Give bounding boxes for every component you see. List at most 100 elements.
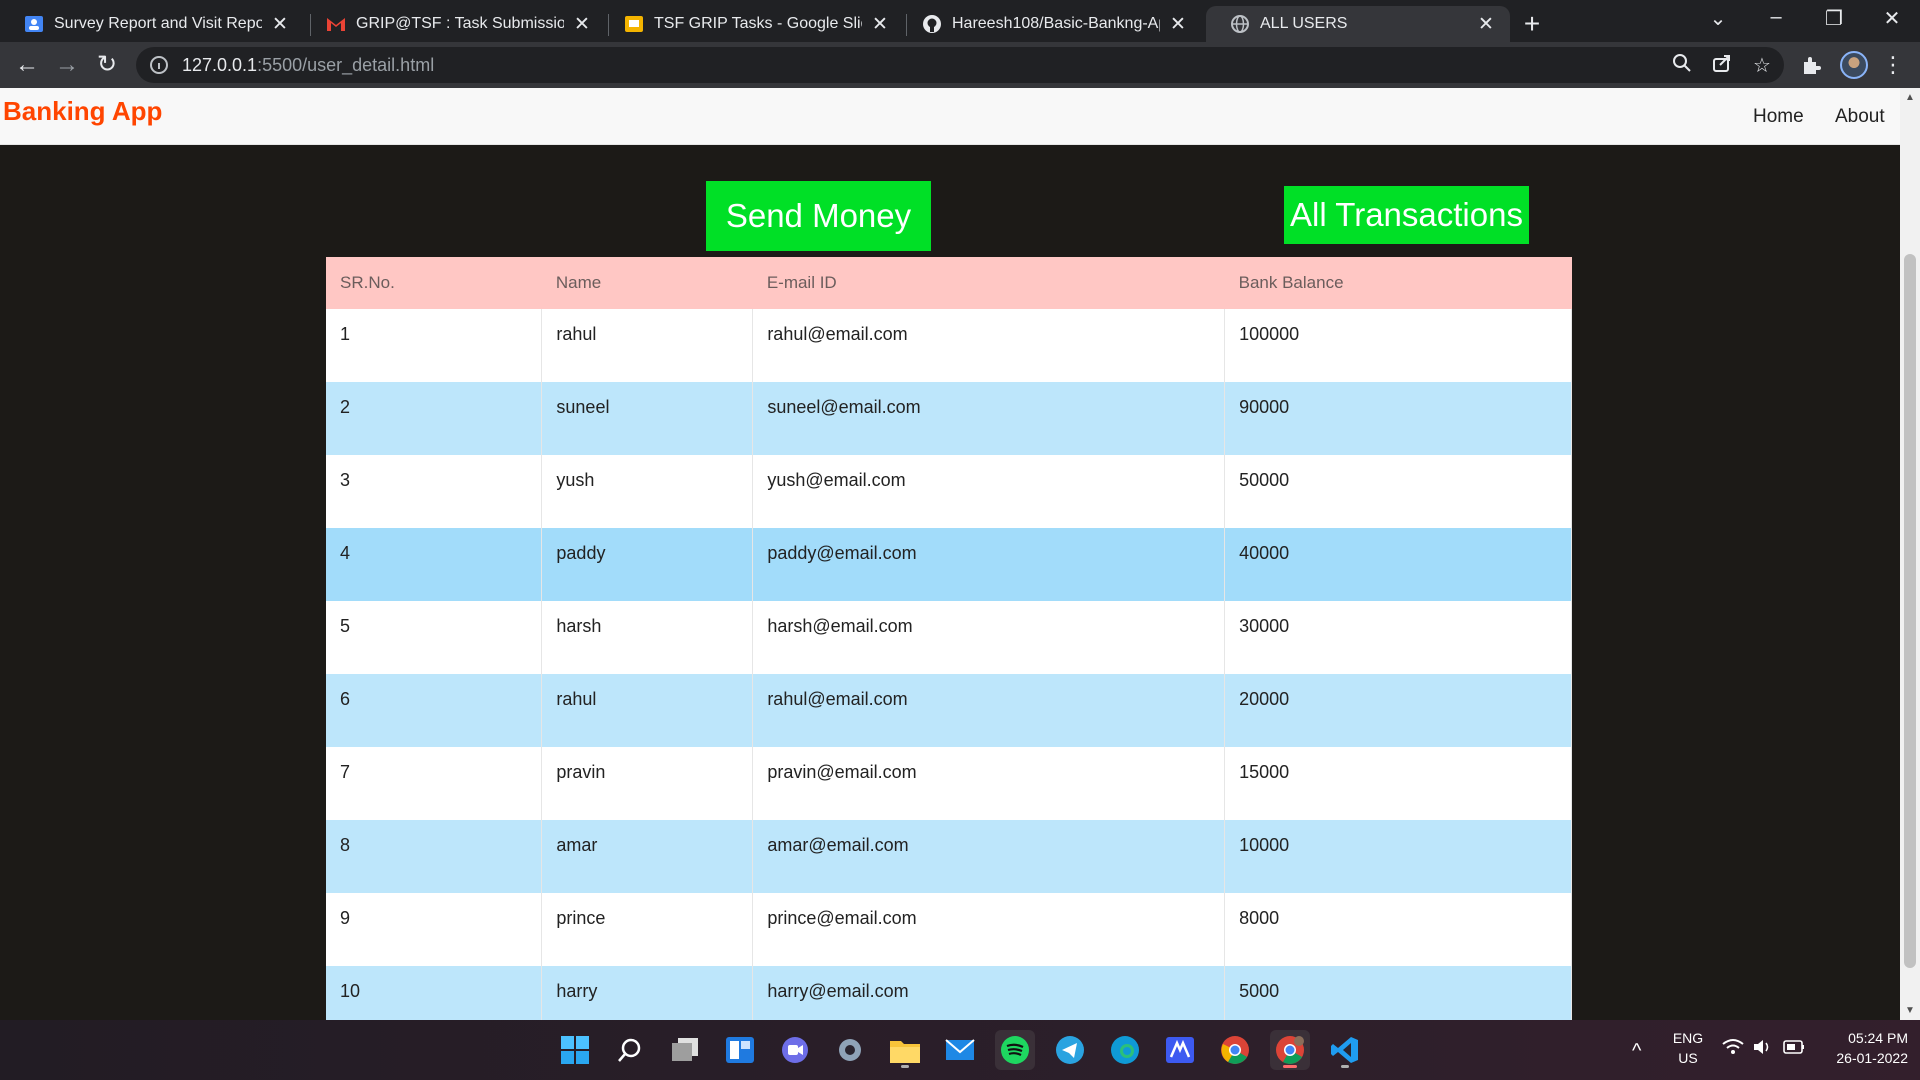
- close-window-icon[interactable]: ✕: [1872, 6, 1912, 31]
- cell-sr-no: 10: [326, 966, 543, 1020]
- chat-icon[interactable]: [775, 1030, 815, 1070]
- telegram-icon[interactable]: [1050, 1030, 1090, 1070]
- wifi-icon[interactable]: [1722, 1038, 1744, 1059]
- github-icon: [922, 14, 942, 34]
- cell-sr-no: 2: [326, 382, 543, 455]
- share-icon[interactable]: [1708, 53, 1736, 79]
- language-bottom[interactable]: US: [1668, 1050, 1708, 1066]
- scroll-up-arrow-icon[interactable]: ▲: [1905, 92, 1915, 103]
- cell-balance: 40000: [1224, 528, 1572, 601]
- cell-name: pravin: [541, 747, 754, 820]
- table-row: 5 harsh harsh@email.com 30000: [326, 601, 1572, 674]
- start-icon[interactable]: [555, 1030, 595, 1070]
- tab-title: GRIP@TSF : Task Submission & P: [356, 15, 564, 32]
- address-bar[interactable]: 127.0.0.1:5500/user_detail.html ☆: [136, 47, 1784, 83]
- table-row: 3 yush yush@email.com 50000: [326, 455, 1572, 528]
- spotify-icon[interactable]: [995, 1030, 1035, 1070]
- url-path: :5500/user_detail.html: [257, 54, 435, 75]
- cell-balance: 100000: [1224, 309, 1572, 382]
- reload-icon[interactable]: ↻: [92, 50, 122, 80]
- table-row: 1 rahul rahul@email.com 100000: [326, 309, 1572, 382]
- table-header-row: SR.No. Name E-mail ID Bank Balance: [326, 257, 1572, 309]
- tab-title: TSF GRIP Tasks - Google Slides: [654, 15, 862, 32]
- tab-survey-report[interactable]: Survey Report and Visit Report (0 ✕: [0, 6, 304, 42]
- widgets-icon[interactable]: [720, 1030, 760, 1070]
- cell-name: rahul: [541, 674, 754, 747]
- tray-chevron-up-icon[interactable]: ^: [1632, 1040, 1641, 1063]
- bookmark-star-icon[interactable]: ☆: [1748, 53, 1776, 78]
- cell-sr-no: 8: [326, 820, 543, 893]
- vscode-icon[interactable]: [1325, 1030, 1365, 1070]
- tab-google-slides[interactable]: TSF GRIP Tasks - Google Slides ✕: [600, 6, 904, 42]
- edge-icon[interactable]: [1105, 1030, 1145, 1070]
- tab-search-icon[interactable]: ⌄: [1698, 6, 1738, 31]
- browser-toolbar: ← → ↻ 127.0.0.1:5500/user_detail.html ☆ …: [0, 42, 1920, 88]
- all-transactions-button[interactable]: All Transactions: [1284, 186, 1529, 244]
- volume-icon[interactable]: [1752, 1038, 1774, 1059]
- restore-icon[interactable]: ❐: [1814, 6, 1854, 31]
- clock-time[interactable]: 05:24 PM: [1822, 1030, 1908, 1046]
- cell-email: rahul@email.com: [752, 309, 1226, 382]
- chrome-icon[interactable]: [1215, 1030, 1255, 1070]
- close-tab-icon[interactable]: ✕: [572, 13, 592, 36]
- cell-balance: 20000: [1224, 674, 1572, 747]
- cell-email: pravin@email.com: [752, 747, 1226, 820]
- send-money-button[interactable]: Send Money: [706, 181, 931, 251]
- battery-icon[interactable]: [1782, 1038, 1806, 1059]
- chrome-dev-icon[interactable]: [1270, 1030, 1310, 1070]
- forward-icon[interactable]: →: [52, 50, 82, 80]
- avatar[interactable]: [1840, 51, 1868, 79]
- tab-grip-gmail[interactable]: GRIP@TSF : Task Submission & P ✕: [302, 6, 606, 42]
- table-row: 9 prince prince@email.com 8000: [326, 893, 1572, 966]
- minimize-icon[interactable]: –: [1756, 6, 1796, 29]
- scroll-down-arrow-icon[interactable]: ▼: [1905, 1005, 1915, 1016]
- mail-icon[interactable]: [940, 1030, 980, 1070]
- search-icon[interactable]: [610, 1030, 650, 1070]
- file-explorer-icon[interactable]: [885, 1030, 925, 1070]
- nav-home-link[interactable]: Home: [1753, 106, 1804, 128]
- cell-balance: 5000: [1224, 966, 1572, 1020]
- slides-icon: [624, 14, 644, 34]
- forms-icon: [24, 14, 44, 34]
- cell-balance: 8000: [1224, 893, 1572, 966]
- settings-icon[interactable]: [830, 1030, 870, 1070]
- cell-name: harry: [541, 966, 754, 1020]
- cell-name: paddy: [541, 528, 754, 601]
- extensions-icon[interactable]: [1796, 50, 1826, 80]
- url-host: 127.0.0.1: [182, 54, 258, 75]
- header-name: Name: [541, 257, 753, 309]
- close-tab-icon[interactable]: ✕: [270, 13, 290, 36]
- new-tab-icon[interactable]: +: [1518, 8, 1546, 40]
- cell-email: harry@email.com: [752, 966, 1226, 1020]
- cell-name: suneel: [541, 382, 754, 455]
- cell-name: rahul: [541, 309, 754, 382]
- cell-name: harsh: [541, 601, 754, 674]
- close-tab-icon[interactable]: ✕: [870, 13, 890, 36]
- cell-name: prince: [541, 893, 754, 966]
- editor-icon[interactable]: [1160, 1030, 1200, 1070]
- back-icon[interactable]: ←: [12, 50, 42, 80]
- tab-github-repo[interactable]: Hareesh108/Basic-Bankng-App ✕: [898, 6, 1202, 42]
- language-top[interactable]: ENG: [1668, 1030, 1708, 1046]
- tab-all-users[interactable]: ALL USERS ✕: [1206, 6, 1510, 42]
- task-view-icon[interactable]: [665, 1030, 705, 1070]
- zoom-icon[interactable]: [1668, 53, 1696, 79]
- cell-sr-no: 3: [326, 455, 543, 528]
- page-scrollbar[interactable]: ▲ ▼: [1900, 88, 1920, 1020]
- cell-email: paddy@email.com: [752, 528, 1226, 601]
- site-info-icon[interactable]: [150, 56, 168, 74]
- brand-logo[interactable]: Banking App: [3, 96, 162, 127]
- cell-sr-no: 6: [326, 674, 543, 747]
- cell-name: yush: [541, 455, 754, 528]
- nav-about-link[interactable]: About: [1835, 106, 1885, 128]
- cell-balance: 90000: [1224, 382, 1572, 455]
- table-row: 6 rahul rahul@email.com 20000: [326, 674, 1572, 747]
- cell-sr-no: 9: [326, 893, 543, 966]
- windows-taskbar: ^ ENG US 05:24 PM 26-01-2022: [0, 1020, 1920, 1080]
- clock-date[interactable]: 26-01-2022: [1822, 1050, 1908, 1066]
- scroll-thumb[interactable]: [1904, 254, 1916, 968]
- menu-icon[interactable]: ⋮: [1878, 50, 1908, 80]
- close-tab-icon[interactable]: ✕: [1168, 13, 1188, 36]
- close-tab-icon[interactable]: ✕: [1476, 13, 1496, 36]
- cell-email: prince@email.com: [752, 893, 1226, 966]
